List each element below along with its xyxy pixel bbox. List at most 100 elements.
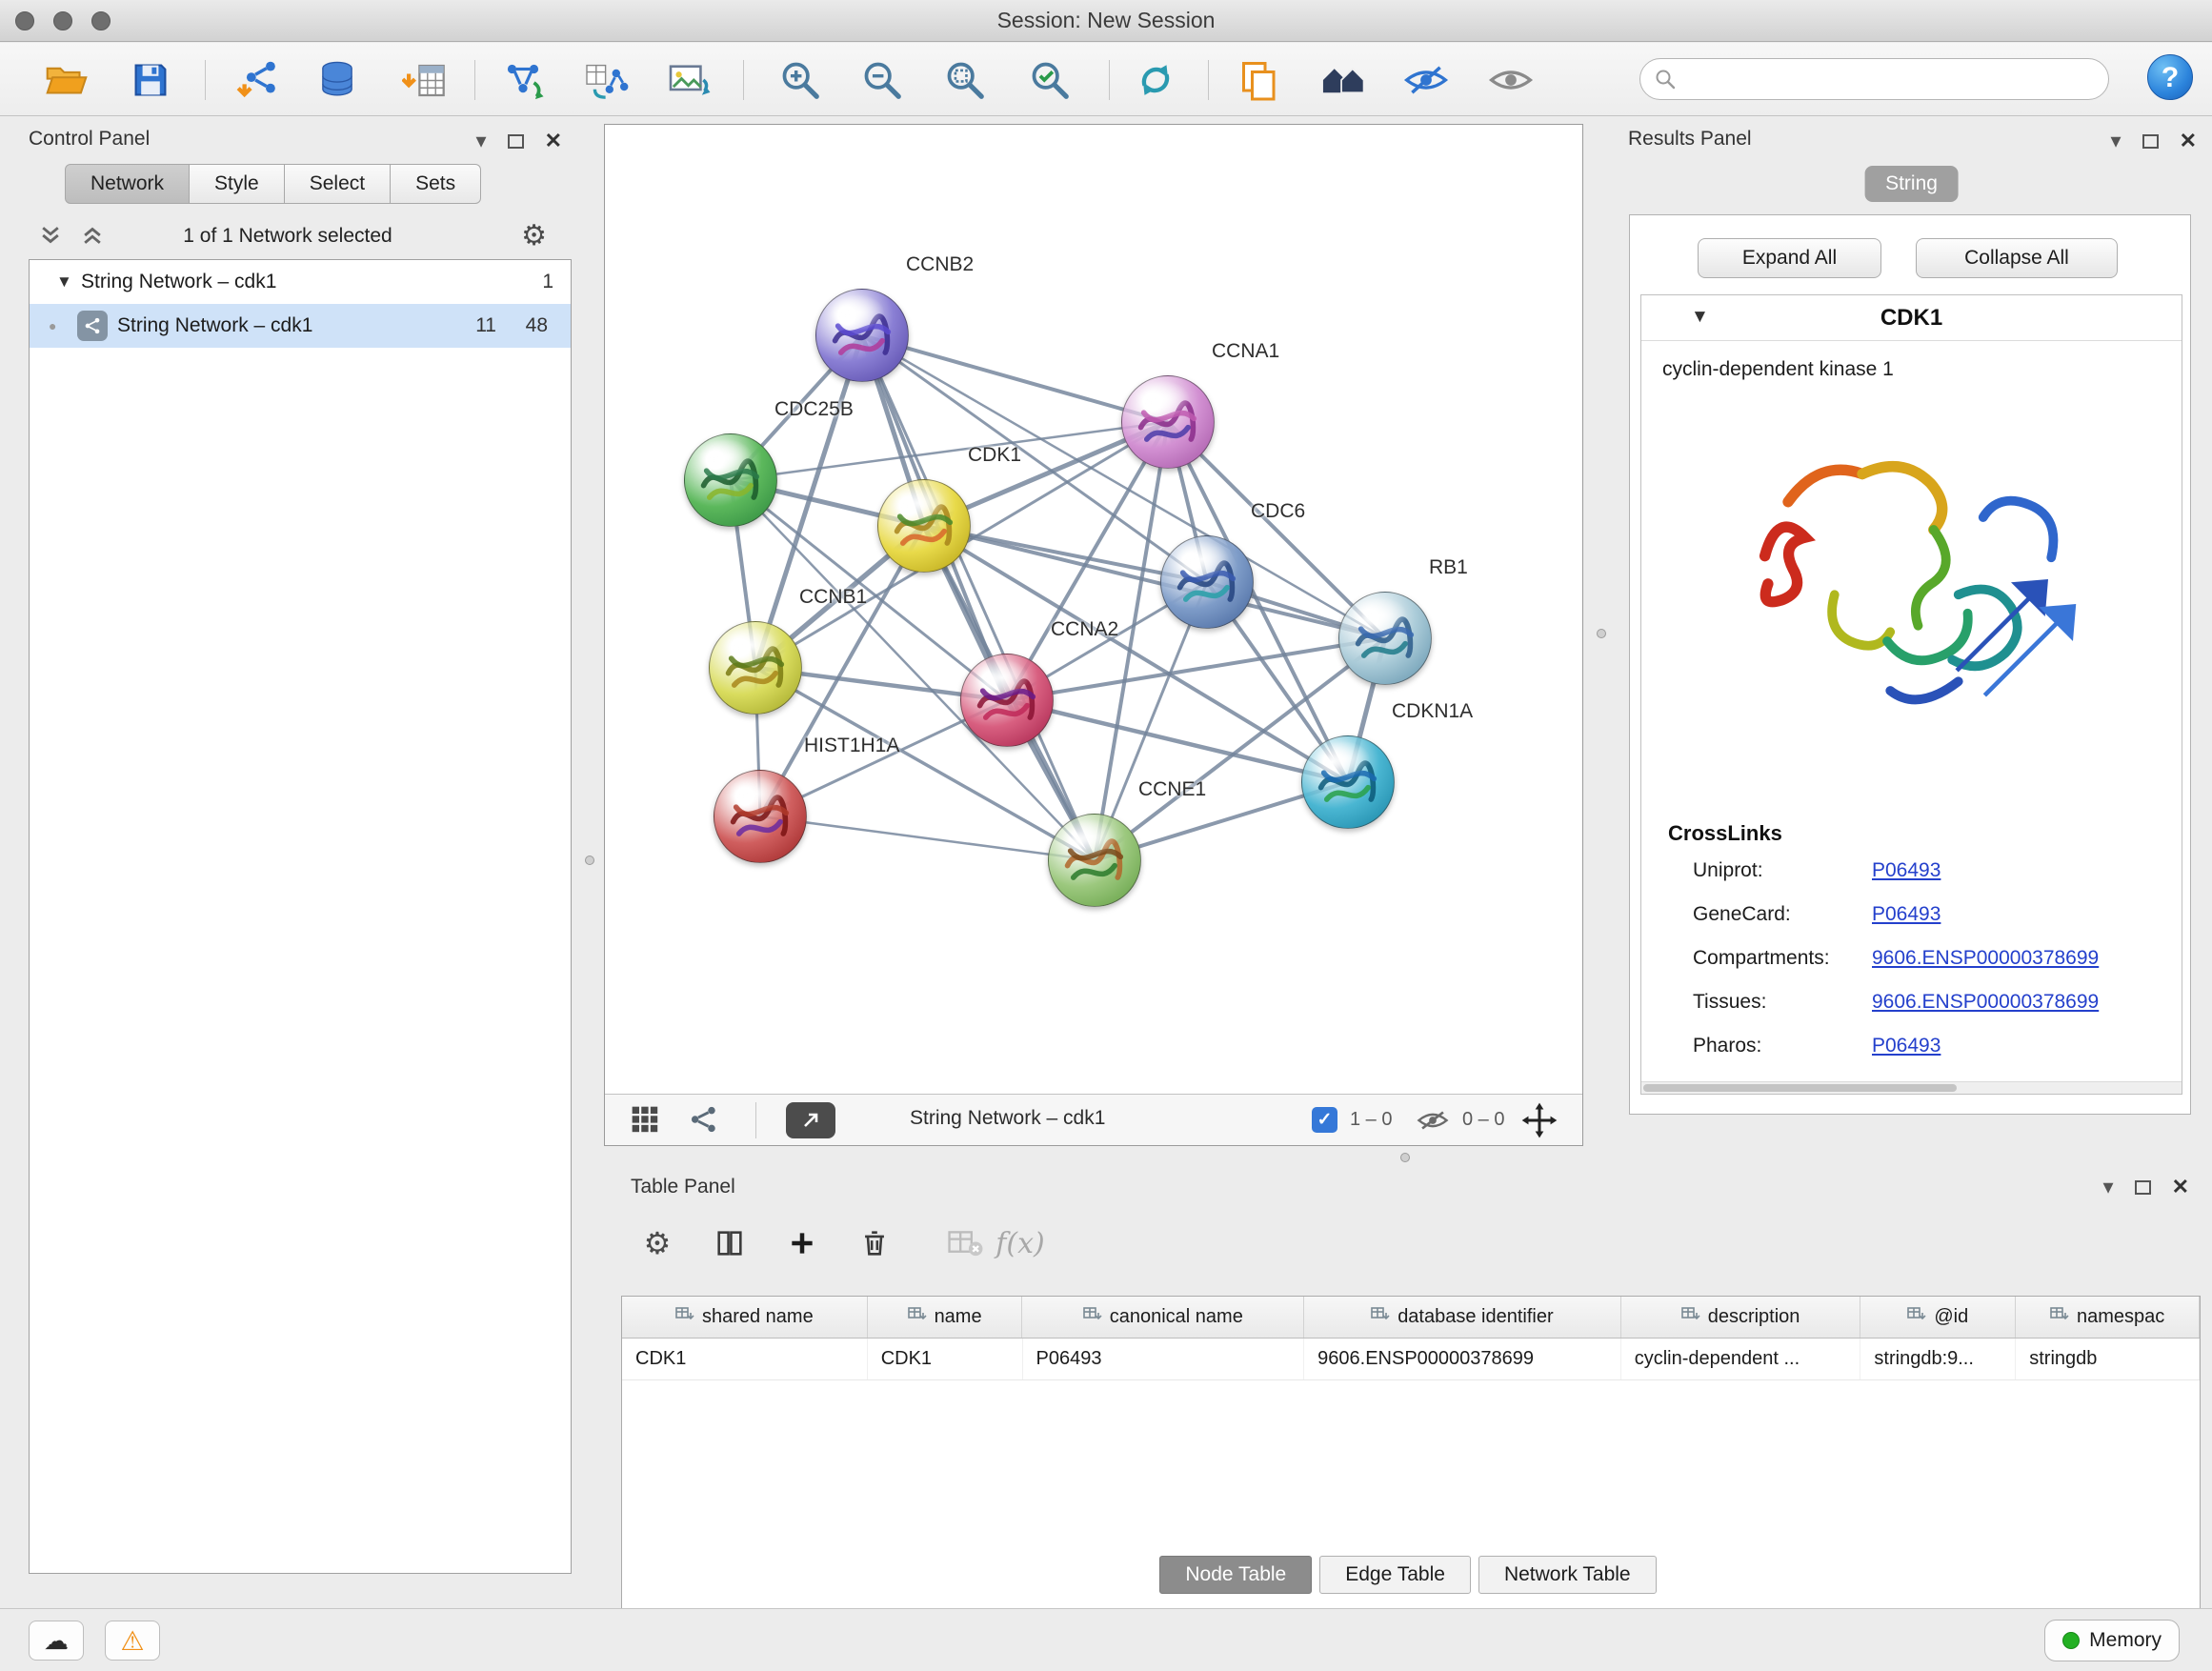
help-button[interactable]: ? xyxy=(2147,54,2193,100)
edge-hist1h1a-ccne1[interactable] xyxy=(760,816,1095,860)
import-table-from-file-button[interactable] xyxy=(399,54,451,106)
tab-sets[interactable]: Sets xyxy=(391,164,481,204)
control-panel-close-icon[interactable]: ✕ xyxy=(545,129,562,153)
node-cdk1[interactable] xyxy=(877,479,971,573)
tab-node-table[interactable]: Node Table xyxy=(1159,1556,1312,1594)
cloud-status-button[interactable]: ☁ xyxy=(29,1621,84,1661)
table-panel-collapse-icon[interactable]: ▾ xyxy=(2103,1175,2114,1199)
zoom-out-button[interactable] xyxy=(856,54,908,106)
right-splitter-handle[interactable] xyxy=(1597,629,1606,638)
tree-expand-icon[interactable]: ▼ xyxy=(56,272,81,292)
table-panel-float-icon[interactable] xyxy=(2135,1180,2151,1195)
tab-network[interactable]: Network xyxy=(65,164,190,204)
node-rb1[interactable] xyxy=(1338,592,1432,685)
warnings-button[interactable]: ⚠ xyxy=(105,1621,160,1661)
column-header-namespac[interactable]: namespac xyxy=(2016,1297,2200,1338)
ndex-home-button[interactable] xyxy=(1318,54,1370,106)
node-ccna1[interactable] xyxy=(1121,375,1215,469)
column-sort-icon[interactable] xyxy=(1681,1306,1700,1329)
node-ccnb2[interactable] xyxy=(815,289,909,382)
search-input[interactable] xyxy=(1684,62,2108,96)
show-columns-icon[interactable] xyxy=(708,1221,752,1265)
tab-string[interactable]: String xyxy=(1864,166,1959,202)
tab-select[interactable]: Select xyxy=(285,164,391,204)
network-canvas[interactable]: CCNB2CCNA1CDC25BCDK1CDC6RB1CCNB1CCNA2CDK… xyxy=(605,125,1582,1094)
selected-checkbox-icon[interactable]: ✓ xyxy=(1312,1107,1337,1133)
cell--id[interactable]: stringdb:9... xyxy=(1860,1339,2016,1379)
table-settings-gear-icon[interactable]: ⚙ xyxy=(635,1221,679,1265)
edge-cdk1-rb1[interactable] xyxy=(924,526,1385,638)
birds-eye-grid-icon[interactable] xyxy=(630,1104,660,1139)
node-cdkn1a[interactable] xyxy=(1301,735,1395,829)
node-ccnb1[interactable] xyxy=(709,621,802,715)
cell-shared-name[interactable]: CDK1 xyxy=(622,1339,868,1379)
cell-canonical-name[interactable]: P06493 xyxy=(1023,1339,1305,1379)
results-panel-float-icon[interactable] xyxy=(2142,134,2159,149)
column-sort-icon[interactable] xyxy=(1083,1306,1102,1329)
node-cdc25b[interactable] xyxy=(684,433,777,527)
hide-graphics-details-button[interactable] xyxy=(1400,54,1452,106)
new-network-from-selection-button[interactable] xyxy=(497,54,549,106)
add-column-icon[interactable] xyxy=(780,1221,824,1265)
node-ccne1[interactable] xyxy=(1048,814,1141,907)
table-row[interactable]: CDK1CDK1P064939606.ENSP00000378699cyclin… xyxy=(622,1339,2200,1380)
column-sort-icon[interactable] xyxy=(1907,1306,1926,1329)
open-in-new-window-button[interactable] xyxy=(786,1102,835,1138)
column-header-database-identifier[interactable]: database identifier xyxy=(1304,1297,1621,1338)
network-collection-row[interactable]: ▼ String Network – cdk1 1 xyxy=(30,260,571,304)
clone-network-button[interactable] xyxy=(581,54,633,106)
cell-namespac[interactable]: stringdb xyxy=(2016,1339,2200,1379)
column-sort-icon[interactable] xyxy=(1371,1306,1390,1329)
show-graphics-details-button[interactable] xyxy=(1485,54,1537,106)
export-image-button[interactable] xyxy=(664,54,715,106)
pan-move-icon[interactable] xyxy=(1521,1102,1558,1143)
string-share-icon[interactable] xyxy=(689,1104,719,1139)
bottom-splitter-handle[interactable] xyxy=(1400,1153,1410,1162)
zoom-selected-button[interactable] xyxy=(1024,54,1076,106)
column-sort-icon[interactable] xyxy=(2050,1306,2069,1329)
column-header-canonical-name[interactable]: canonical name xyxy=(1022,1297,1304,1338)
table-panel-close-icon[interactable]: ✕ xyxy=(2172,1175,2189,1199)
results-panel-collapse-icon[interactable]: ▾ xyxy=(2111,129,2122,153)
column-sort-icon[interactable] xyxy=(675,1306,694,1329)
expand-all-button[interactable]: Expand All xyxy=(1698,238,1881,278)
crosslink-genecard-link[interactable]: P06493 xyxy=(1872,903,1941,926)
protein-section-header[interactable]: ▼ CDK1 xyxy=(1641,295,2182,341)
results-horizontal-scrollbar[interactable] xyxy=(1641,1081,2182,1094)
zoom-fit-button[interactable] xyxy=(939,54,991,106)
import-network-from-database-button[interactable] xyxy=(312,54,363,106)
column-sort-icon[interactable] xyxy=(908,1306,927,1329)
node-hist1h1a[interactable] xyxy=(714,770,807,863)
edge-ccnb2-ccne1[interactable] xyxy=(862,335,1095,860)
cybrowser-button[interactable] xyxy=(1234,54,1285,106)
results-panel-close-icon[interactable]: ✕ xyxy=(2180,129,2197,153)
column-header-shared-name[interactable]: shared name xyxy=(622,1297,868,1338)
tab-style[interactable]: Style xyxy=(190,164,285,204)
network-options-gear-icon[interactable]: ⚙ xyxy=(521,219,547,252)
apply-layout-button[interactable] xyxy=(1130,54,1181,106)
control-panel-float-icon[interactable] xyxy=(508,134,524,149)
delete-column-trash-icon[interactable] xyxy=(853,1221,896,1265)
control-panel-collapse-icon[interactable]: ▾ xyxy=(476,129,487,153)
crosslink-compartments-link[interactable]: 9606.ENSP00000378699 xyxy=(1872,947,2099,970)
window-close-button[interactable] xyxy=(15,11,34,30)
window-zoom-button[interactable] xyxy=(91,11,111,30)
tab-edge-table[interactable]: Edge Table xyxy=(1319,1556,1471,1594)
open-session-button[interactable] xyxy=(41,54,92,106)
save-session-button[interactable] xyxy=(125,54,176,106)
zoom-in-button[interactable] xyxy=(774,54,826,106)
column-header--id[interactable]: @id xyxy=(1860,1297,2016,1338)
cell-name[interactable]: CDK1 xyxy=(868,1339,1023,1379)
column-header-description[interactable]: description xyxy=(1621,1297,1861,1338)
left-splitter-handle[interactable] xyxy=(585,856,594,865)
node-ccna2[interactable] xyxy=(960,654,1054,747)
tab-network-table[interactable]: Network Table xyxy=(1478,1556,1657,1594)
column-header-name[interactable]: name xyxy=(868,1297,1023,1338)
node-cdc6[interactable] xyxy=(1160,535,1254,629)
memory-button[interactable]: Memory xyxy=(2044,1620,2180,1661)
import-network-from-file-button[interactable] xyxy=(232,54,284,106)
crosslink-pharos-link[interactable]: P06493 xyxy=(1872,1035,1941,1057)
collapse-all-button[interactable]: Collapse All xyxy=(1916,238,2118,278)
crosslink-uniprot-link[interactable]: P06493 xyxy=(1872,859,1941,882)
crosslink-tissues-link[interactable]: 9606.ENSP00000378699 xyxy=(1872,991,2099,1014)
